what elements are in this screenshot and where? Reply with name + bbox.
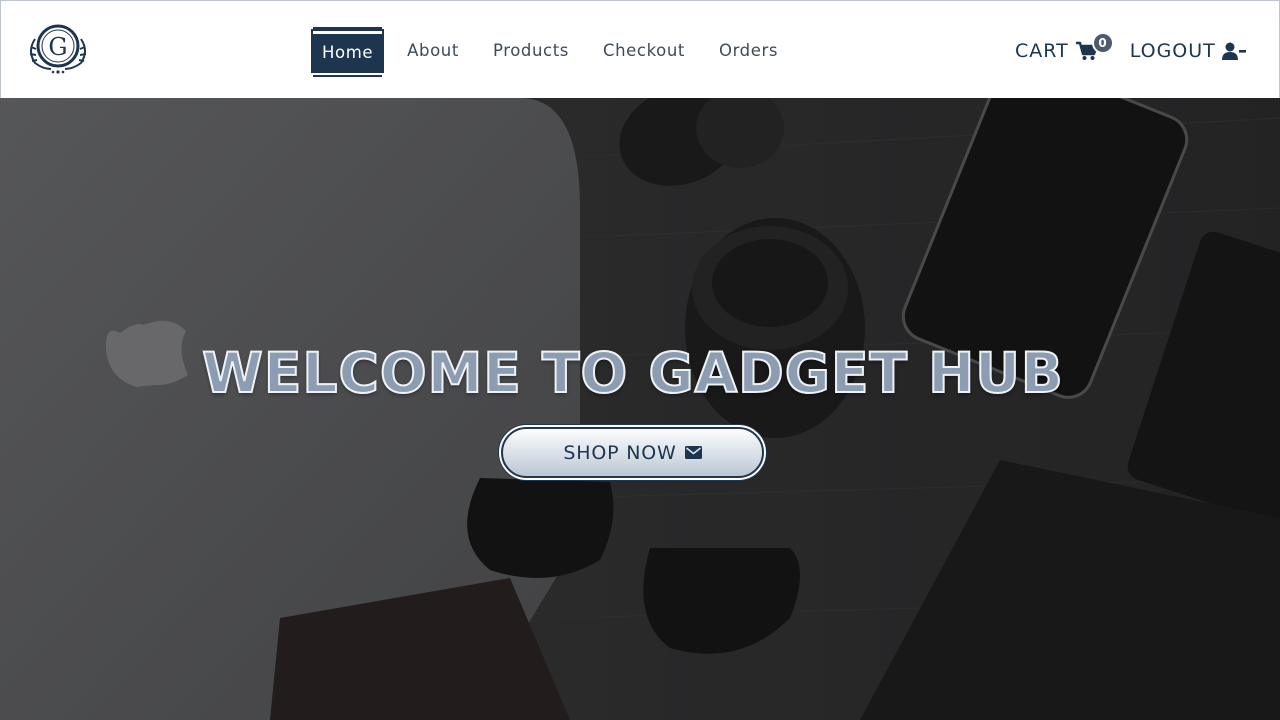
logo-letter: G (48, 33, 67, 61)
page: G Home About Products Checkout Orders CA… (0, 0, 1280, 720)
nav-orders[interactable]: Orders (719, 42, 778, 60)
cart-link[interactable]: CART 0 (1015, 32, 1114, 62)
brand-logo[interactable]: G (23, 17, 93, 77)
cart-label: CART (1015, 40, 1069, 62)
nav-about[interactable]: About (407, 42, 459, 60)
header-actions: CART 0 LOGOUT (1015, 32, 1246, 65)
site-header: G Home About Products Checkout Orders CA… (0, 0, 1280, 98)
logout-label: LOGOUT (1129, 40, 1216, 62)
shop-now-button[interactable]: SHOP NOW (499, 425, 766, 480)
hero-title: WELCOME TO GADGET HUB (201, 340, 1064, 406)
hero-overlay (0, 98, 1280, 720)
nav-home[interactable]: Home (310, 28, 385, 74)
shop-now-label: SHOP NOW (563, 441, 677, 464)
nav-products[interactable]: Products (493, 42, 569, 60)
logout-link[interactable]: LOGOUT (1130, 40, 1246, 62)
envelope-icon (684, 446, 702, 459)
hero-section: WELCOME TO GADGET HUB SHOP NOW (0, 98, 1280, 720)
nav-checkout[interactable]: Checkout (603, 42, 685, 60)
main-nav: Home About Products Checkout Orders (310, 28, 778, 74)
cart-count-badge: 0 (1092, 32, 1114, 54)
user-minus-icon (1221, 42, 1246, 60)
